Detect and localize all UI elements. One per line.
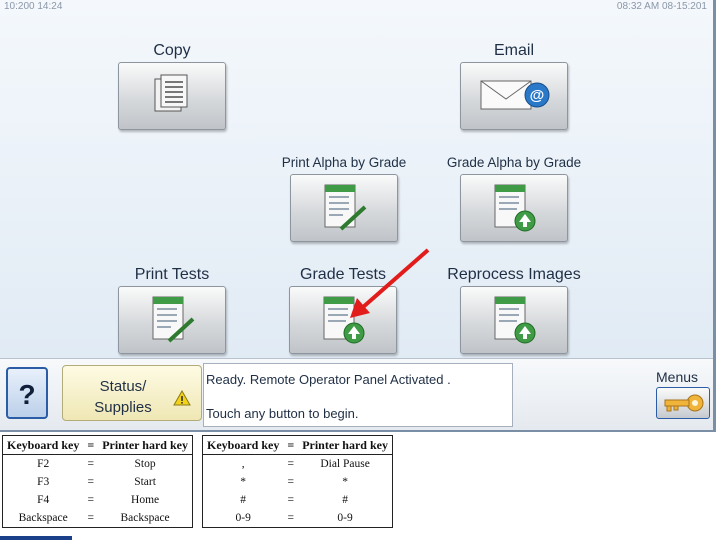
print-sheet-icon bbox=[152, 296, 195, 343]
keyboard-key-cell: 0-9 bbox=[235, 512, 251, 524]
printer-key-cell: Dial Pause bbox=[320, 458, 370, 470]
message-line1: Ready. Remote Operator Panel Activated . bbox=[206, 372, 451, 387]
equals-cell: = bbox=[87, 512, 95, 524]
warning-icon bbox=[173, 390, 191, 406]
header-printer-hard-key: Printer hard key bbox=[298, 435, 393, 455]
status-supplies-button[interactable]: Status/ Supplies bbox=[62, 365, 202, 421]
keyboard-key-cell: Backspace bbox=[18, 512, 68, 524]
keyboard-key-cell: * bbox=[240, 476, 247, 488]
email-icon: @ bbox=[480, 80, 550, 110]
table-row: Backspace = Backspace bbox=[3, 509, 193, 528]
printer-key-cell: 0-9 bbox=[337, 512, 353, 524]
header-datetime: 08:32 AM 08-15:201 bbox=[616, 1, 707, 12]
tile-print-tests[interactable]: Print Tests bbox=[112, 264, 232, 354]
status-line1: Status/ bbox=[99, 378, 147, 395]
table-row: F3 = Start bbox=[3, 473, 193, 491]
keyboard-key-cell: F4 bbox=[37, 494, 50, 506]
table-row: F2 = Stop bbox=[3, 455, 193, 474]
printer-panel-screen: 10:200 14:24 08:32 AM 08-15:201 Copy Ema… bbox=[0, 0, 716, 432]
table-header-row: Keyboard key = Printer hard key bbox=[2, 435, 193, 455]
table-row: * = * bbox=[203, 473, 393, 491]
printer-key-cell: * bbox=[342, 476, 348, 488]
header-left-text: 10:200 14:24 bbox=[4, 1, 63, 12]
top-status-bar: 10:200 14:24 08:32 AM 08-15:201 bbox=[0, 0, 713, 14]
print-tests-button[interactable] bbox=[118, 286, 226, 354]
equals-cell: = bbox=[87, 476, 95, 488]
message-line2: Touch any button to begin. bbox=[206, 406, 359, 421]
tile-copy-label: Copy bbox=[153, 42, 191, 59]
tile-email[interactable]: Email @ bbox=[454, 40, 574, 130]
tile-print-alpha-by-grade[interactable]: Print Alpha by Grade bbox=[264, 152, 424, 242]
tile-reprocess-images[interactable]: Reprocess Images bbox=[434, 264, 594, 354]
equals-cell: = bbox=[87, 494, 95, 506]
grade-sheet-icon bbox=[323, 296, 365, 344]
reprocess-images-button[interactable] bbox=[460, 286, 568, 354]
print-alpha-by-grade-button[interactable] bbox=[290, 174, 398, 242]
tile-email-label: Email bbox=[493, 42, 534, 59]
table-row: F4 = Home bbox=[3, 491, 193, 509]
printer-key-cell: Stop bbox=[134, 458, 156, 470]
header-equals: = bbox=[283, 435, 299, 455]
equals-cell: = bbox=[287, 512, 295, 524]
copy-button[interactable] bbox=[118, 62, 226, 130]
table-row: 0-9 = 0-9 bbox=[203, 509, 393, 528]
equals-cell: = bbox=[287, 476, 295, 488]
header-equals: = bbox=[83, 435, 99, 455]
grade-sheet-icon bbox=[494, 184, 536, 232]
printer-key-cell: Backspace bbox=[120, 512, 170, 524]
tile-grade-tests[interactable]: Grade Tests bbox=[278, 264, 408, 354]
keyboard-key-cell: # bbox=[240, 494, 247, 506]
menus-label: Menus bbox=[656, 369, 699, 385]
grade-alpha-by-grade-button[interactable] bbox=[460, 174, 568, 242]
keyboard-key-cell: F3 bbox=[37, 476, 50, 488]
grade-tests-button[interactable] bbox=[289, 286, 397, 354]
tile-print-tests-label: Print Tests bbox=[134, 266, 210, 283]
equals-cell: = bbox=[287, 458, 295, 470]
header-printer-hard-key: Printer hard key bbox=[98, 435, 193, 455]
header-keyboard-key: Keyboard key bbox=[2, 435, 84, 455]
email-button[interactable]: @ bbox=[460, 62, 568, 130]
tile-grade-tests-label: Grade Tests bbox=[300, 266, 386, 283]
help-button[interactable]: ? bbox=[6, 367, 48, 419]
printer-key-cell: Home bbox=[131, 494, 160, 506]
printer-key-cell: Start bbox=[134, 476, 156, 488]
header-keyboard-key: Keyboard key bbox=[202, 435, 284, 455]
table-header-row: Keyboard key = Printer hard key bbox=[202, 435, 393, 455]
bottom-edge-strip bbox=[0, 536, 72, 540]
table-row: , = Dial Pause bbox=[203, 455, 393, 474]
keyboard-key-cell: F2 bbox=[37, 458, 50, 470]
keyboard-map-table-1: Keyboard key = Printer hard key F2 = Stop … bbox=[2, 435, 193, 528]
printer-key-cell: # bbox=[342, 494, 348, 506]
equals-cell: = bbox=[87, 458, 95, 470]
tile-reprocess-images-label: Reprocess Images bbox=[447, 266, 581, 283]
bottom-control-bar: ? Status/ Supplies Ready. Remote Operato… bbox=[0, 358, 713, 430]
tile-print-alpha-label: Print Alpha by Grade bbox=[281, 155, 407, 170]
status-supplies-label: Status/ Supplies bbox=[75, 376, 171, 418]
print-sheet-icon bbox=[324, 184, 367, 231]
tile-grade-alpha-label: Grade Alpha by Grade bbox=[446, 155, 582, 170]
menus-button[interactable] bbox=[656, 387, 710, 419]
equals-cell: = bbox=[287, 494, 295, 506]
keyboard-map-table-2: Keyboard key = Printer hard key , = Dial P… bbox=[202, 435, 393, 528]
tile-grade-alpha-by-grade[interactable]: Grade Alpha by Grade bbox=[434, 152, 594, 242]
key-icon bbox=[664, 394, 704, 412]
copy-icon bbox=[154, 74, 188, 112]
svg-text:@: @ bbox=[530, 87, 545, 104]
table-row: # = # bbox=[203, 491, 393, 509]
grade-sheet-icon bbox=[494, 296, 536, 344]
status-message-panel: Ready. Remote Operator Panel Activated .… bbox=[203, 363, 513, 427]
status-line2: Supplies bbox=[94, 399, 152, 416]
tile-copy[interactable]: Copy bbox=[112, 40, 232, 130]
keyboard-key-cell: , bbox=[241, 458, 245, 470]
